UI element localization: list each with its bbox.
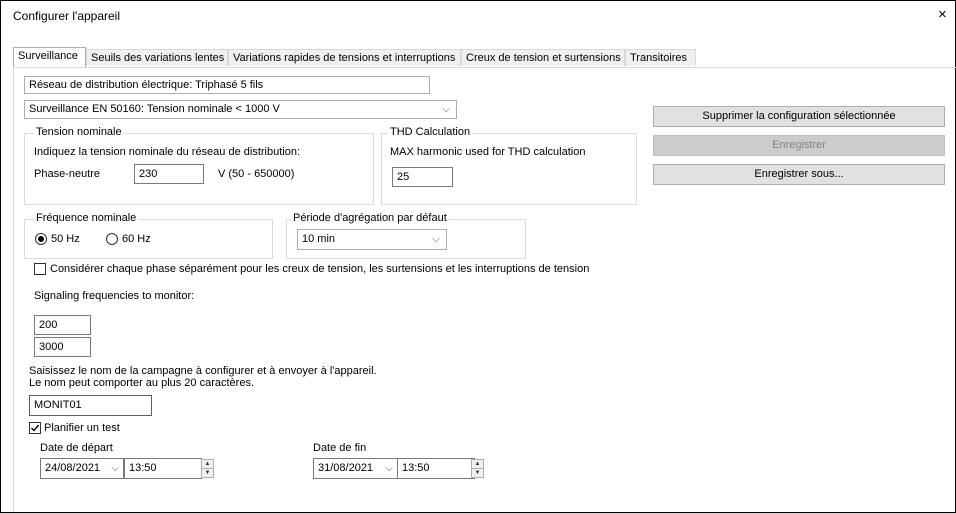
thd-hint: MAX harmonic used for THD calculation xyxy=(390,146,586,158)
nominal-voltage-legend: Tension nominale xyxy=(34,126,124,139)
delete-configuration-button[interactable]: Supprimer la configuration sélectionnée xyxy=(653,106,945,127)
nominal-frequency-legend: Fréquence nominale xyxy=(34,212,139,225)
close-icon[interactable]: × xyxy=(938,7,947,22)
schedule-test-label: Planifier un test xyxy=(44,422,120,434)
nominal-voltage-hint: Indiquez la tension nominale du réseau d… xyxy=(34,146,301,158)
frequency-60hz-radio[interactable] xyxy=(106,233,118,245)
start-date-label: Date de départ xyxy=(40,442,113,454)
thd-legend: THD Calculation xyxy=(388,126,473,139)
end-date-label: Date de fin xyxy=(313,442,367,454)
signaling-frequency-2-input[interactable]: 3000 xyxy=(34,337,91,357)
nominal-voltage-input[interactable]: 230 xyxy=(134,164,204,184)
spin-down-icon[interactable]: ▼ xyxy=(472,469,483,477)
tab-rapid-voltage-changes[interactable]: Variations rapides de tensions et interr… xyxy=(228,49,461,66)
end-time-spinner[interactable]: ▲ ▼ xyxy=(471,459,484,478)
end-date-picker[interactable]: 31/08/2021 ⌵ xyxy=(313,458,398,479)
signaling-frequencies-label: Signaling frequencies to monitor: xyxy=(34,290,195,302)
tab-dips-and-swells[interactable]: Creux de tension et surtensions xyxy=(461,49,625,66)
end-date-value: 31/08/2021 xyxy=(318,462,374,474)
start-time-input[interactable]: 13:50 xyxy=(124,458,202,479)
start-date-value: 24/08/2021 xyxy=(45,462,101,474)
window-title: Configurer l'appareil xyxy=(13,9,121,23)
voltage-range-label: V (50 - 650000) xyxy=(218,168,295,180)
frequency-50hz-label: 50 Hz xyxy=(51,233,80,245)
title-bar: Configurer l'appareil × xyxy=(1,1,955,31)
frequency-50hz-radio[interactable] xyxy=(35,233,47,245)
chevron-down-icon: ⌵ xyxy=(432,234,440,245)
frequency-60hz-label: 60 Hz xyxy=(122,233,151,245)
phase-neutral-label: Phase-neutre xyxy=(34,168,101,180)
aggregation-period-value: 10 min xyxy=(302,233,336,245)
save-button[interactable]: Enregistrer xyxy=(653,135,945,156)
end-time-input[interactable]: 13:50 xyxy=(397,458,475,479)
checkmark-icon xyxy=(31,424,40,432)
monitoring-standard-value: Surveillance EN 50160: Tension nominale … xyxy=(29,103,280,115)
chevron-down-icon: ⌵ xyxy=(442,104,450,115)
tab-slow-variations-thresholds[interactable]: Seuils des variations lentes xyxy=(86,49,228,66)
campaign-hint-line2: Le nom peut comporter au plus 20 caractè… xyxy=(29,377,255,389)
schedule-test-checkbox[interactable] xyxy=(29,422,41,434)
chevron-down-icon[interactable]: ⌵ xyxy=(111,459,119,478)
save-as-button[interactable]: Enregistrer sous... xyxy=(653,164,945,185)
campaign-name-input[interactable]: MONIT01 xyxy=(29,395,152,416)
per-phase-label: Considérer chaque phase séparément pour … xyxy=(50,263,590,275)
tab-transients[interactable]: Transitoires xyxy=(625,49,696,66)
aggregation-period-select[interactable]: 10 min ⌵ xyxy=(297,229,447,250)
thd-harmonic-input[interactable]: 25 xyxy=(392,167,453,187)
network-type-field[interactable]: Réseau de distribution électrique: Triph… xyxy=(24,76,430,94)
spin-down-icon[interactable]: ▼ xyxy=(202,469,213,477)
start-date-picker[interactable]: 24/08/2021 ⌵ xyxy=(40,458,124,479)
signaling-frequency-1-input[interactable]: 200 xyxy=(34,315,91,335)
tab-strip: Surveillance Seuils des variations lente… xyxy=(13,47,956,67)
start-time-spinner[interactable]: ▲ ▼ xyxy=(201,459,214,478)
spin-up-icon[interactable]: ▲ xyxy=(202,460,213,469)
tab-surveillance[interactable]: Surveillance xyxy=(13,47,86,67)
monitoring-standard-select[interactable]: Surveillance EN 50160: Tension nominale … xyxy=(24,100,457,119)
chevron-down-icon[interactable]: ⌵ xyxy=(385,459,393,478)
configure-device-window: Configurer l'appareil × Surveillance Seu… xyxy=(0,0,956,513)
per-phase-checkbox[interactable] xyxy=(34,263,46,275)
aggregation-legend: Période d'agrégation par défaut xyxy=(291,212,449,225)
spin-up-icon[interactable]: ▲ xyxy=(472,460,483,469)
